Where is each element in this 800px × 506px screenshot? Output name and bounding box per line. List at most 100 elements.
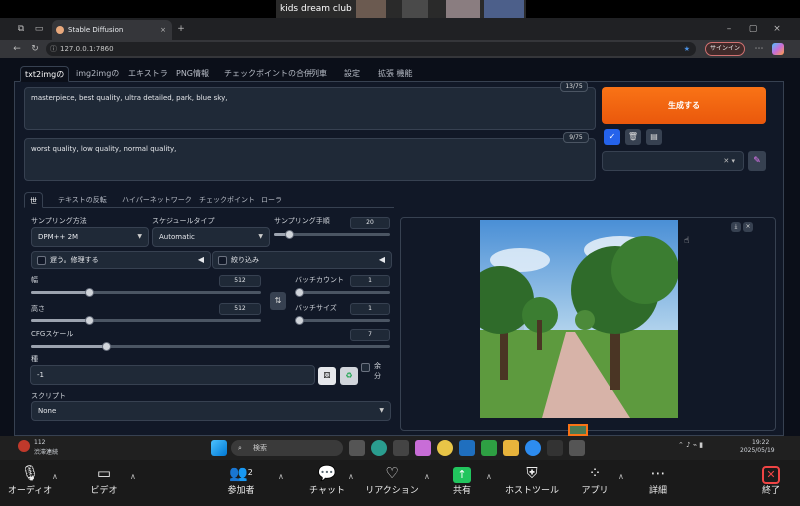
slider-thumb[interactable] xyxy=(295,316,304,325)
share-button[interactable]: ↑ 共有 xyxy=(445,462,479,498)
tab-train[interactable]: 列車 xyxy=(311,66,327,82)
reload-icon[interactable]: ↻ xyxy=(28,40,42,58)
trash-icon[interactable]: 🗑 xyxy=(625,129,641,145)
negative-prompt-textarea[interactable]: worst quality, low quality, normal quali… xyxy=(24,138,596,181)
swap-dimensions-icon[interactable]: ⇅ xyxy=(270,292,286,310)
windows-start-icon[interactable] xyxy=(211,440,227,456)
share-options-caret[interactable]: ∧ xyxy=(486,472,492,481)
tab-settings[interactable]: 設定 xyxy=(344,66,360,82)
file-explorer-icon[interactable] xyxy=(503,440,519,456)
site-info-icon[interactable]: ⓘ xyxy=(50,42,57,56)
chat-options-caret[interactable]: ∧ xyxy=(348,472,354,481)
end-button[interactable]: ✕ 終了 xyxy=(756,462,786,498)
batch-size-value[interactable]: 1 xyxy=(350,303,390,315)
copilot-icon[interactable] xyxy=(772,43,784,55)
height-value[interactable]: 512 xyxy=(219,303,261,315)
participants-button[interactable]: 👥2 参加者 xyxy=(220,462,262,498)
batch-size-slider[interactable] xyxy=(295,316,390,325)
gallery-thumbnail[interactable] xyxy=(568,424,588,436)
prompt-textarea[interactable]: masterpiece, best quality, ultra detaile… xyxy=(24,87,596,130)
video-button[interactable]: ▭ ビデオ xyxy=(82,462,126,498)
subtab-textual-inversion[interactable]: テキストの反転 xyxy=(58,192,107,208)
slider-thumb[interactable] xyxy=(84,288,94,297)
url-field[interactable]: ⓘ 127.0.0.1:7860 ★ xyxy=(46,42,696,56)
chat-button[interactable]: 💬 チャット xyxy=(305,462,349,498)
extra-seed-checkbox[interactable] xyxy=(361,363,370,372)
tab-img2img[interactable]: img2imgの xyxy=(76,66,119,82)
terminal-icon[interactable] xyxy=(547,440,563,456)
maximize-icon[interactable]: ▢ xyxy=(746,20,760,38)
tab-extras[interactable]: エキストラ xyxy=(128,66,168,82)
apps-button[interactable]: ⁘ アプリ xyxy=(578,462,612,498)
height-slider[interactable] xyxy=(31,316,261,325)
edit-styles-brush-icon[interactable]: ✎ xyxy=(748,151,766,171)
read-params-icon[interactable]: ✓ xyxy=(604,129,620,145)
cfg-scale-slider[interactable] xyxy=(31,342,390,351)
seed-input[interactable]: -1 xyxy=(30,365,315,385)
slider-thumb[interactable] xyxy=(285,230,295,239)
more-button[interactable]: ⋯ 詳細 xyxy=(643,462,673,498)
taskbar-search[interactable]: ⌕ 検索 xyxy=(231,440,343,456)
more-options-icon[interactable]: ⋯ xyxy=(752,40,766,58)
tab-txt2img[interactable]: txt2imgの xyxy=(20,66,70,82)
minimize-icon[interactable]: – xyxy=(722,20,736,38)
batch-count-slider[interactable] xyxy=(295,288,390,297)
subtab-lora[interactable]: ローラ xyxy=(261,192,282,208)
sampling-steps-slider[interactable] xyxy=(274,230,390,239)
generate-button[interactable]: 生成する xyxy=(602,87,766,124)
back-icon[interactable]: ← xyxy=(10,40,24,58)
random-dice-icon[interactable]: ⚄ xyxy=(318,367,336,385)
tab-png-info[interactable]: PNG情報 xyxy=(176,66,209,82)
subtab-generation[interactable]: 世 xyxy=(24,192,43,208)
app-icon[interactable] xyxy=(393,440,409,456)
hires-fix-accordion[interactable]: 遅う。修理する ◀ xyxy=(31,251,211,269)
audio-button[interactable]: 🎙 オーディオ xyxy=(6,462,54,498)
tab-checkpoint-merger[interactable]: チェックポイントの合併 xyxy=(224,66,312,82)
video-options-caret[interactable]: ∧ xyxy=(130,472,136,481)
app-icon[interactable] xyxy=(481,440,497,456)
subtab-checkpoints[interactable]: チェックポイント xyxy=(199,192,255,208)
styles-dropdown[interactable]: ✕ ▾ xyxy=(602,151,744,171)
close-window-icon[interactable]: × xyxy=(770,20,784,38)
tab-actions-icon[interactable]: ▭ xyxy=(32,20,46,38)
slider-thumb[interactable] xyxy=(295,288,304,297)
tab-extensions[interactable]: 拡張 機能 xyxy=(378,66,413,82)
sampling-steps-value[interactable]: 20 xyxy=(350,217,390,229)
refiner-checkbox[interactable] xyxy=(218,256,227,265)
refiner-accordion[interactable]: 絞り込み ◀ xyxy=(212,251,392,269)
apps-options-caret[interactable]: ∧ xyxy=(618,472,624,481)
script-select[interactable]: None ▼ xyxy=(31,401,391,421)
width-slider[interactable] xyxy=(31,288,261,297)
subtab-hypernetworks[interactable]: ハイパーネットワーク xyxy=(122,192,192,208)
batch-count-value[interactable]: 1 xyxy=(350,275,390,287)
download-icon[interactable]: ⤓ xyxy=(731,222,741,232)
browser-tab[interactable]: Stable Diffusion × xyxy=(52,20,172,40)
schedule-type-select[interactable]: Automatic ▼ xyxy=(152,227,270,247)
zoom-app-icon[interactable] xyxy=(525,440,541,456)
tray-icons[interactable]: ⌃ ♪ ⌁ ▮ xyxy=(678,441,703,449)
clipboard-icon[interactable]: ▤ xyxy=(646,129,662,145)
reuse-seed-recycle-icon[interactable]: ♻ xyxy=(340,367,358,385)
signin-button[interactable]: サインイン xyxy=(705,42,745,56)
slider-thumb[interactable] xyxy=(84,316,94,325)
hires-fix-checkbox[interactable] xyxy=(37,256,46,265)
audio-options-caret[interactable]: ∧ xyxy=(52,472,58,481)
width-value[interactable]: 512 xyxy=(219,275,261,287)
host-tools-button[interactable]: ⛨ ホストツール xyxy=(503,462,561,498)
generated-park-image[interactable] xyxy=(480,220,678,418)
participants-options-caret[interactable]: ∧ xyxy=(278,472,284,481)
workspaces-icon[interactable]: ⧉ xyxy=(14,20,28,38)
app-icon[interactable] xyxy=(569,440,585,456)
copilot-icon[interactable] xyxy=(415,440,431,456)
sampling-method-select[interactable]: DPM++ 2M ▼ xyxy=(31,227,149,247)
close-tab-icon[interactable]: × xyxy=(160,20,166,40)
chrome-icon[interactable] xyxy=(437,440,453,456)
task-view-icon[interactable] xyxy=(349,440,365,456)
mail-icon[interactable] xyxy=(459,440,475,456)
weather-icon[interactable] xyxy=(18,440,30,452)
close-image-icon[interactable]: × xyxy=(743,222,753,232)
new-tab-icon[interactable]: + xyxy=(174,20,188,38)
cfg-scale-value[interactable]: 7 xyxy=(350,329,390,341)
reactions-button[interactable]: ♡ リアクション xyxy=(365,462,419,498)
edge-icon[interactable] xyxy=(371,440,387,456)
